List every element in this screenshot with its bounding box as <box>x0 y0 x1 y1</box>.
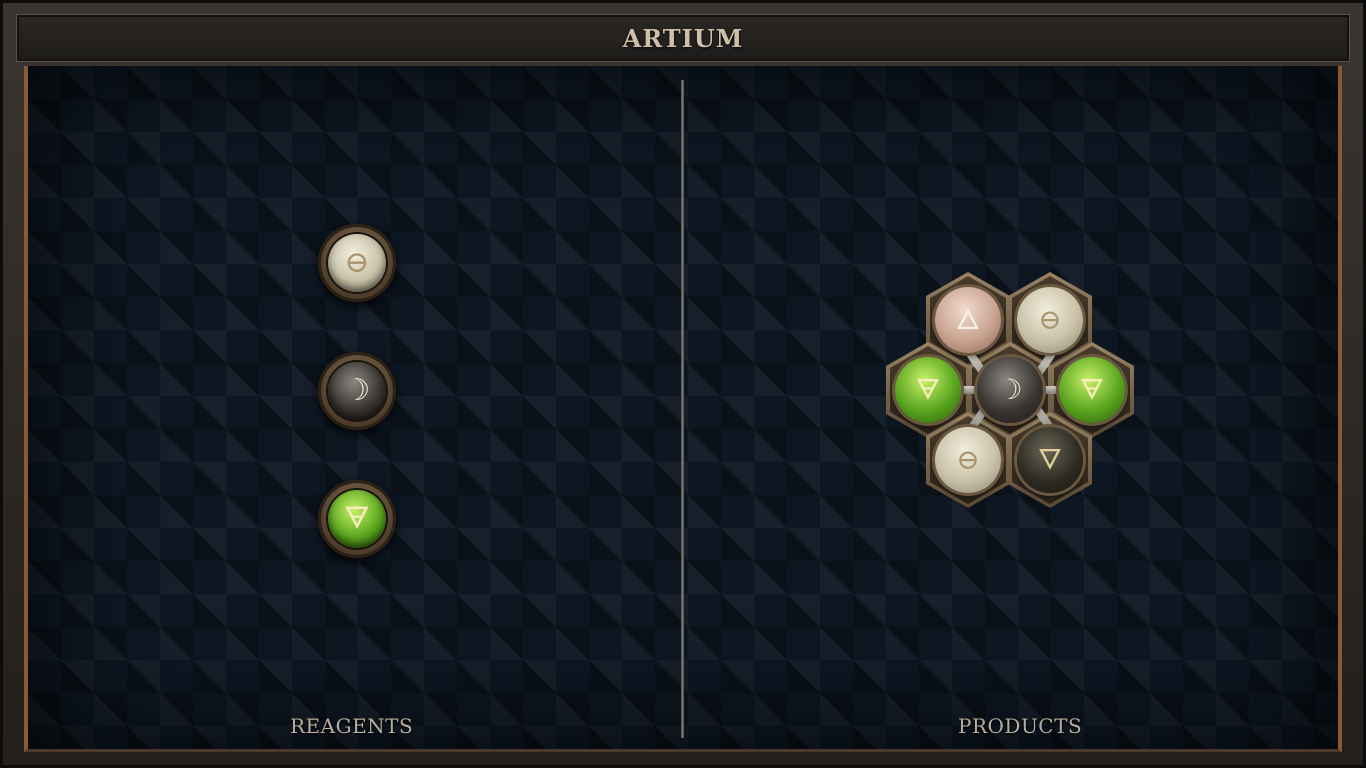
salt-icon: ⊖ <box>1017 287 1083 353</box>
atom-glyph: 🜃 <box>915 373 941 406</box>
salt-glyph: ⊖ <box>344 245 370 280</box>
water-icon: 🜄 <box>1017 427 1083 493</box>
quicksilver-icon: ☽ <box>977 357 1043 423</box>
products-label: PRODUCTS <box>958 714 1083 738</box>
atom-glyph: 🜄 <box>1037 443 1063 476</box>
atom-glyph: ☽ <box>997 373 1023 406</box>
atom-glyph: 🜂 <box>955 303 981 336</box>
earth-icon: 🜃 <box>328 490 386 548</box>
title-bar: ARTIUM <box>16 14 1350 62</box>
atom-glyph: ⊖ <box>1038 303 1062 336</box>
reagent-quicksilver[interactable]: ☽ <box>318 352 396 430</box>
earth-icon: 🜃 <box>1059 357 1125 423</box>
fire-icon: 🜂 <box>935 287 1001 353</box>
quicksilver-glyph: ☽ <box>343 373 371 408</box>
reagent-salt[interactable]: ⊖ <box>318 224 396 302</box>
reagent-earth[interactable]: 🜃 <box>318 480 396 558</box>
salt-icon: ⊖ <box>328 234 386 292</box>
quicksilver-icon: ☽ <box>328 362 386 420</box>
puzzle-title: ARTIUM <box>622 23 744 53</box>
section-divider <box>681 80 684 738</box>
atom-glyph: 🜃 <box>1079 373 1105 406</box>
earth-glyph: 🜃 <box>343 501 371 536</box>
salt-icon: ⊖ <box>935 427 1001 493</box>
earth-icon: 🜃 <box>895 357 961 423</box>
atom-glyph: ⊖ <box>956 443 980 476</box>
product-molecule[interactable]: 🜂 ⊖ 🜃 ☽ 🜃 ⊖ 🜄 <box>880 270 1140 510</box>
reagents-label: REAGENTS <box>290 714 414 738</box>
